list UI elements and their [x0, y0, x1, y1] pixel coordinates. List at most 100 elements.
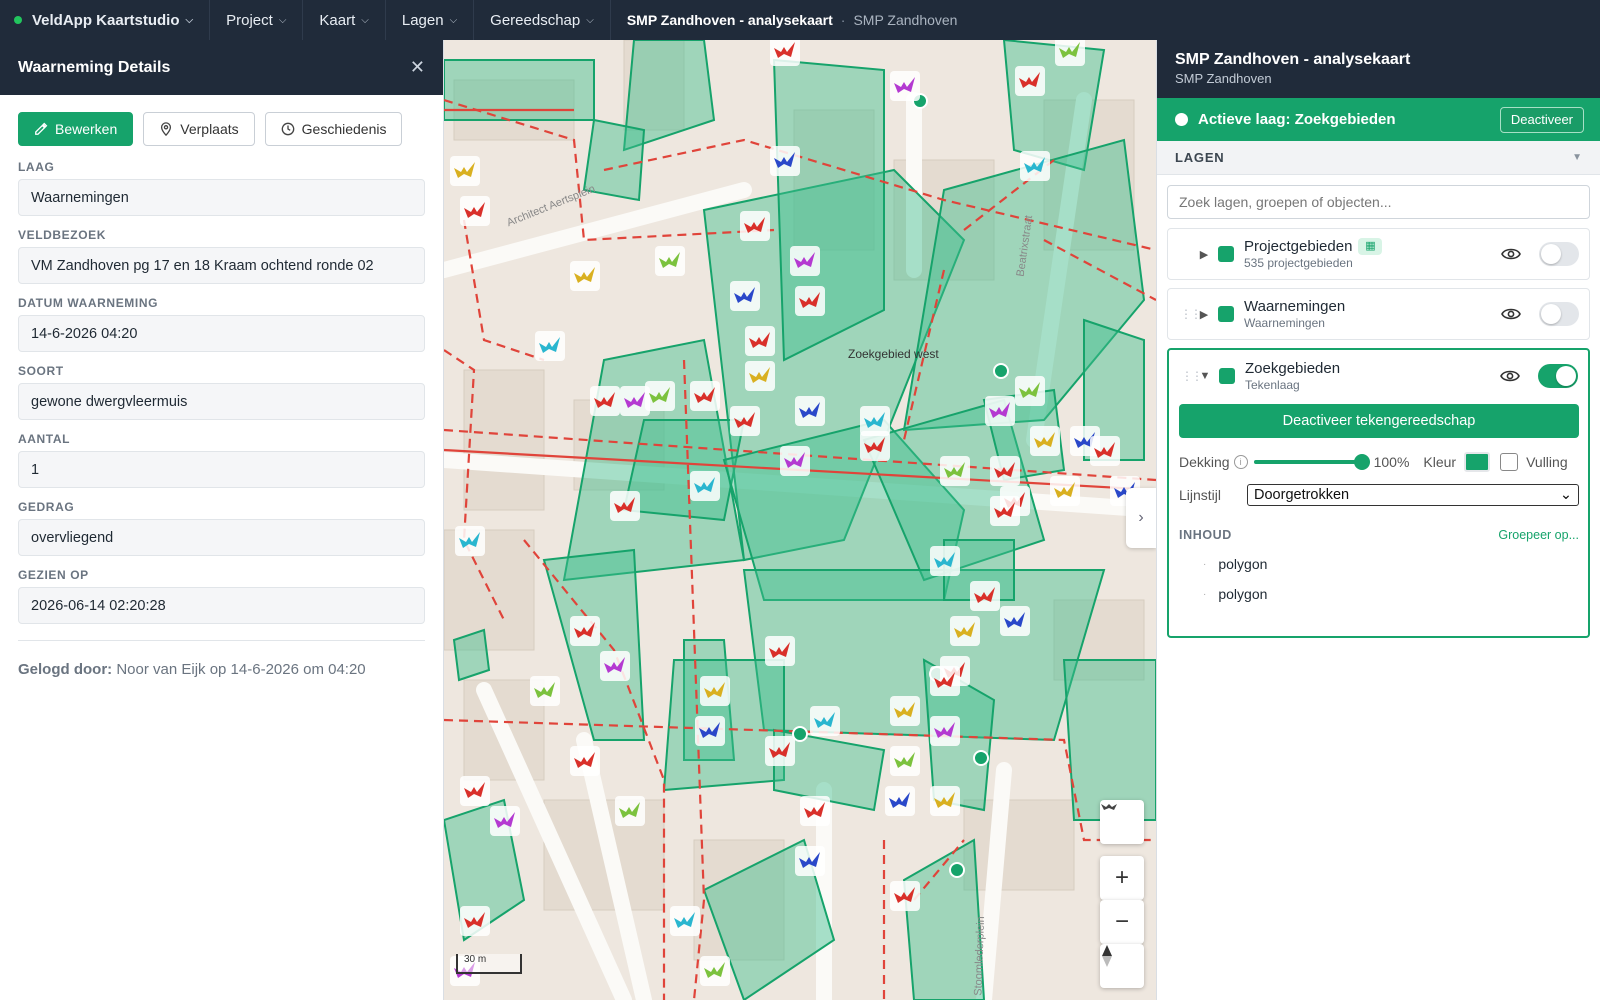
- locate-button[interactable]: [1100, 800, 1144, 844]
- observation-marker[interactable]: [610, 491, 640, 521]
- observation-marker[interactable]: [985, 396, 1015, 426]
- observation-marker[interactable]: [460, 776, 490, 806]
- observation-marker[interactable]: [745, 326, 775, 356]
- observation-marker[interactable]: [600, 651, 630, 681]
- observation-marker[interactable]: [795, 846, 825, 876]
- content-item[interactable]: · polygon: [1203, 586, 1267, 602]
- observation-marker[interactable]: [990, 456, 1020, 486]
- observation-marker[interactable]: [730, 281, 760, 311]
- content-item[interactable]: · polygon: [1203, 556, 1267, 572]
- info-icon[interactable]: i: [1233, 455, 1248, 469]
- observation-marker[interactable]: [1090, 436, 1120, 466]
- observation-marker[interactable]: [455, 526, 485, 556]
- drag-handle-icon[interactable]: ⋮⋮: [1180, 307, 1202, 321]
- observation-marker[interactable]: [700, 956, 730, 986]
- eye-icon[interactable]: [1496, 369, 1524, 383]
- observation-marker[interactable]: [690, 471, 720, 501]
- layer-item-waarnemingen[interactable]: ⋮⋮ ▶ Waarnemingen Waarnemingen: [1167, 288, 1590, 340]
- observation-marker[interactable]: [970, 581, 1000, 611]
- observation-marker[interactable]: [1015, 376, 1045, 406]
- observation-marker[interactable]: [615, 796, 645, 826]
- drag-handle-icon[interactable]: ⋮⋮: [1181, 369, 1203, 383]
- observation-marker[interactable]: [990, 496, 1020, 526]
- observation-marker[interactable]: [730, 406, 760, 436]
- observation-marker[interactable]: [930, 786, 960, 816]
- observation-marker[interactable]: [810, 706, 840, 736]
- observation-marker[interactable]: [765, 736, 795, 766]
- observation-marker[interactable]: [890, 696, 920, 726]
- observation-marker[interactable]: [570, 746, 600, 776]
- observation-marker[interactable]: [690, 381, 720, 411]
- observation-marker[interactable]: [740, 211, 770, 241]
- observation-marker[interactable]: [460, 906, 490, 936]
- observation-marker[interactable]: [1030, 426, 1060, 456]
- deactivate-draw-tools-button[interactable]: Deactiveer tekengereedschap: [1179, 404, 1579, 438]
- observation-marker[interactable]: [655, 246, 685, 276]
- expand-triangle-icon[interactable]: ▶: [1194, 308, 1214, 321]
- layer-item-projectgebieden[interactable]: ▶ Projectgebieden ▦ 535 projectgebieden: [1167, 228, 1590, 280]
- observation-marker[interactable]: [780, 446, 810, 476]
- observation-marker[interactable]: [800, 796, 830, 826]
- observation-marker[interactable]: [745, 361, 775, 391]
- fill-checkbox[interactable]: [1500, 453, 1519, 471]
- layers-section-header[interactable]: LAGEN ▼: [1157, 141, 1600, 175]
- collapse-triangle-icon[interactable]: ▼: [1195, 370, 1215, 382]
- eye-icon[interactable]: [1497, 247, 1525, 261]
- eye-icon[interactable]: [1497, 307, 1525, 321]
- zoom-in-button[interactable]: +: [1100, 856, 1144, 900]
- menu-gereedschap[interactable]: Gereedschap ⌵: [474, 0, 611, 40]
- observation-marker[interactable]: [860, 431, 890, 461]
- observation-marker[interactable]: [795, 396, 825, 426]
- layer-search-input[interactable]: Zoek lagen, groepen of objecten...: [1167, 185, 1590, 219]
- observation-marker[interactable]: [450, 156, 480, 186]
- observation-marker[interactable]: [890, 71, 920, 101]
- layer-visibility-toggle[interactable]: [1539, 242, 1579, 266]
- opacity-slider[interactable]: [1253, 454, 1370, 470]
- observation-marker[interactable]: [770, 40, 800, 66]
- observation-marker[interactable]: [770, 146, 800, 176]
- history-button[interactable]: Geschiedenis: [264, 112, 403, 146]
- observation-marker[interactable]: [890, 881, 920, 911]
- observation-marker[interactable]: [890, 746, 920, 776]
- menu-kaart[interactable]: Kaart ⌵: [303, 0, 386, 40]
- observation-marker[interactable]: [930, 546, 960, 576]
- observation-marker[interactable]: [530, 676, 560, 706]
- menu-project[interactable]: Project ⌵: [210, 0, 304, 40]
- layer-item-zoekgebieden[interactable]: ⋮⋮ ▼ Zoekgebieden Tekenlaag Deactiveer t…: [1167, 348, 1590, 638]
- edit-button[interactable]: Bewerken: [18, 112, 134, 146]
- observation-marker[interactable]: [1020, 151, 1050, 181]
- app-brand-menu[interactable]: VeldApp Kaartstudio ⌵: [0, 0, 211, 40]
- compass-button[interactable]: [1100, 944, 1144, 988]
- observation-marker[interactable]: [490, 806, 520, 836]
- observation-marker[interactable]: [940, 456, 970, 486]
- layer-visibility-toggle[interactable]: [1538, 364, 1578, 388]
- observation-marker[interactable]: [950, 616, 980, 646]
- layer-visibility-toggle[interactable]: [1539, 302, 1579, 326]
- observation-marker[interactable]: [1055, 40, 1085, 66]
- deactivate-button[interactable]: Deactiveer: [1499, 106, 1584, 133]
- move-button[interactable]: Verplaats: [143, 112, 255, 146]
- color-picker[interactable]: [1464, 452, 1491, 472]
- observation-marker[interactable]: [590, 386, 620, 416]
- observation-marker[interactable]: [460, 196, 490, 226]
- opacity-slider-thumb[interactable]: [1353, 454, 1370, 470]
- observation-marker[interactable]: [570, 616, 600, 646]
- observation-marker[interactable]: [535, 331, 565, 361]
- observation-marker[interactable]: [1015, 66, 1045, 96]
- observation-marker[interactable]: [570, 261, 600, 291]
- linestyle-select[interactable]: Doorgetrokken ⌄: [1247, 484, 1579, 506]
- observation-marker[interactable]: [695, 716, 725, 746]
- expand-panel-button[interactable]: ›: [1126, 488, 1156, 548]
- observation-marker[interactable]: [885, 786, 915, 816]
- close-icon[interactable]: ✕: [410, 57, 425, 78]
- observation-marker[interactable]: [765, 636, 795, 666]
- map-canvas[interactable]: Zoekgebied west Architect Aertsplein Bea…: [444, 40, 1156, 1000]
- observation-marker[interactable]: [790, 246, 820, 276]
- observation-marker[interactable]: [930, 666, 960, 696]
- group-by-link[interactable]: Groepeer op...: [1498, 528, 1579, 542]
- observation-marker[interactable]: [645, 381, 675, 411]
- observation-marker[interactable]: [700, 676, 730, 706]
- menu-lagen[interactable]: Lagen ⌵: [386, 0, 475, 40]
- observation-marker[interactable]: [670, 906, 700, 936]
- observation-marker[interactable]: [1000, 606, 1030, 636]
